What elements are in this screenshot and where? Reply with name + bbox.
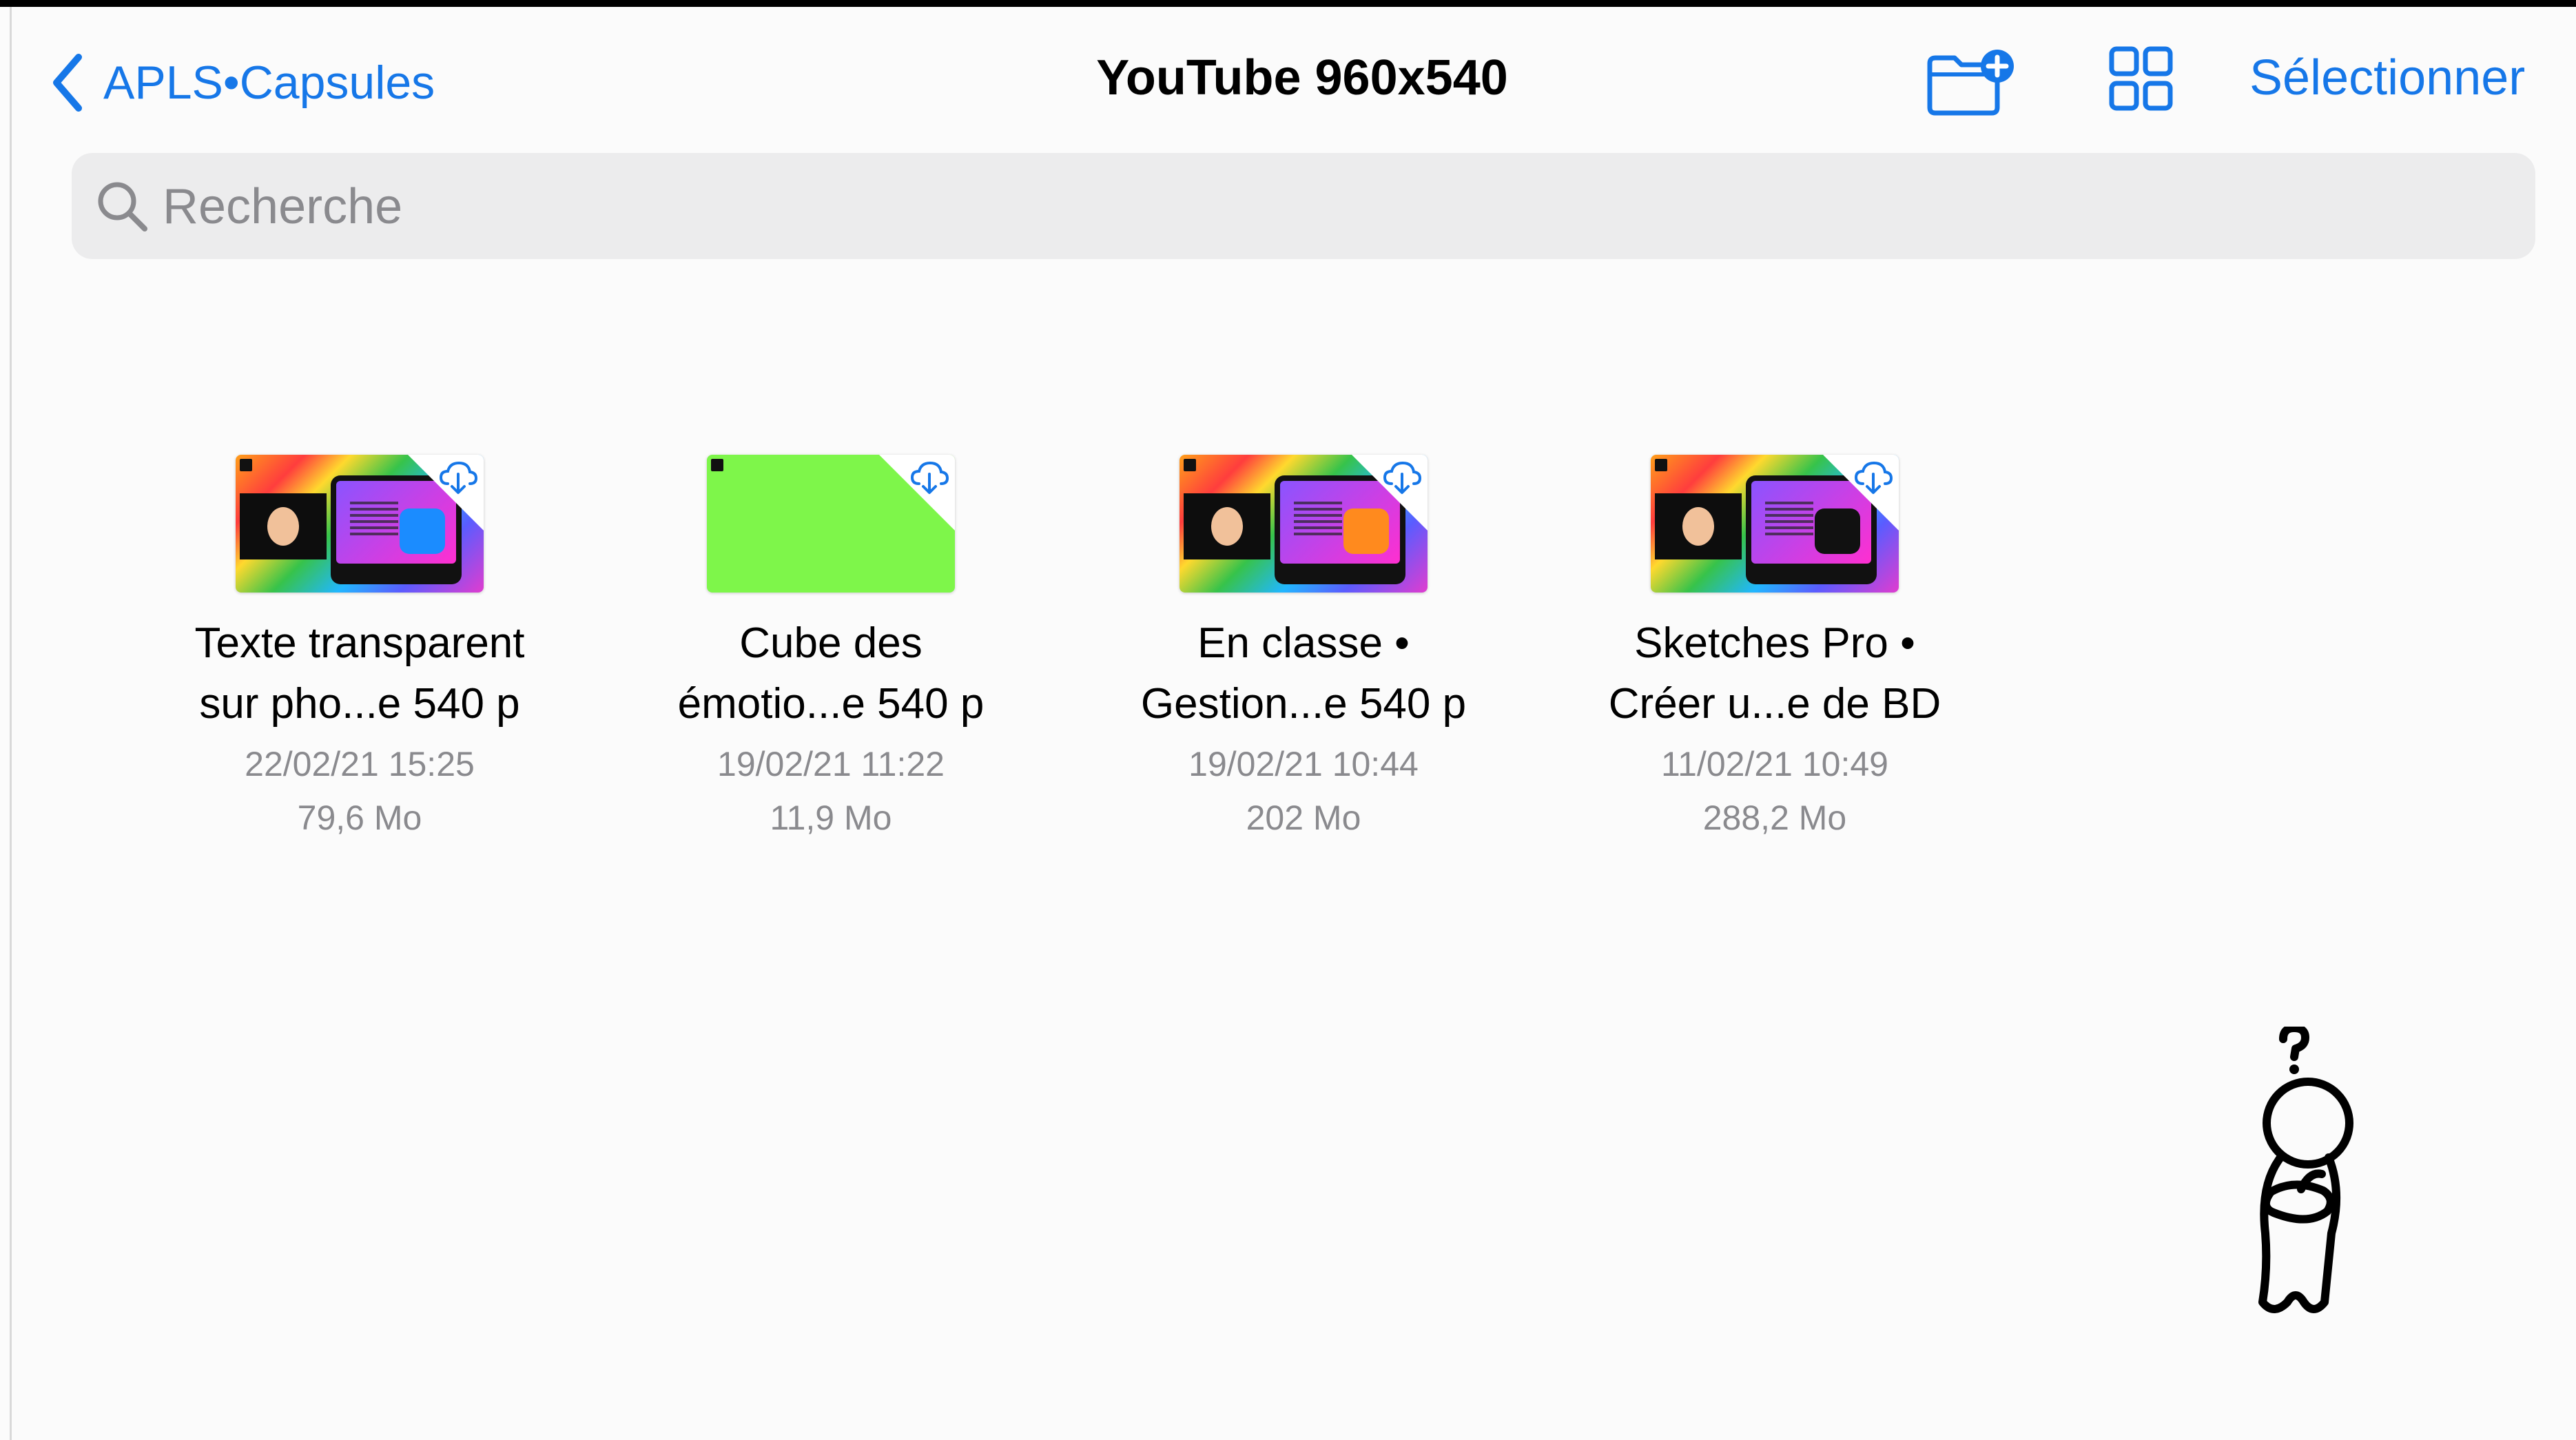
search-bar[interactable] [72,153,2535,260]
file-name-line1: Texte transparent [194,619,525,667]
search-input[interactable] [161,153,2506,260]
file-size: 11,9 Mo [770,799,892,837]
file-name-line1: En classe • [1197,619,1410,667]
file-name: En classe • Gestion...e 540 p [1062,613,1545,734]
top-edge [0,0,2576,7]
file-size: 202 Mo [1246,799,1361,837]
channel-badge [711,459,723,471]
file-date: 19/02/21 11:22 [717,745,945,783]
navigation-bar: APLS•Capsules YouTube 960x540 Sélectionn… [0,7,2576,145]
thinking-figure-icon [2258,1027,2353,1313]
file-item[interactable]: Cube des émotio...e 540 p 19/02/21 11:22… [590,455,1072,845]
cloud-download-icon[interactable] [438,460,478,495]
file-name-line2: Gestion...e 540 p [1140,680,1467,728]
page-title: YouTube 960x540 [1096,50,1508,105]
sidebar-divider [10,7,12,1440]
facecam-preview [240,493,327,559]
file-size: 79,6 Mo [297,799,422,837]
cloud-download-icon[interactable] [1382,460,1422,495]
file-name: Texte transparent sur pho...e 540 p [119,613,601,734]
file-thumbnail[interactable] [1179,455,1428,593]
file-thumbnail[interactable] [707,455,955,593]
facecam-preview [1184,493,1270,559]
file-thumbnail[interactable] [236,455,484,593]
facecam-preview [1655,493,1742,559]
file-name-line2: sur pho...e 540 p [199,680,520,728]
file-date: 11/02/21 10:49 [1661,745,1888,783]
cloud-download-icon[interactable] [909,460,949,495]
grid-view-icon[interactable] [2108,45,2174,114]
file-thumbnail[interactable] [1651,455,1899,593]
file-item[interactable]: Sketches Pro • Créer u...e de BD 11/02/2… [1534,455,2016,845]
file-name-line2: émotio...e 540 p [677,680,985,728]
channel-badge [1184,459,1196,471]
file-item[interactable]: Texte transparent sur pho...e 540 p 22/0… [119,455,601,845]
channel-badge [240,459,252,471]
file-name: Cube des émotio...e 540 p [590,613,1072,734]
file-name-line1: Sketches Pro • [1634,619,1915,667]
file-size: 288,2 Mo [1702,799,1847,837]
select-button[interactable]: Sélectionner [2249,50,2525,106]
folder-badge-plus-icon[interactable] [1926,48,2015,117]
cloud-download-icon[interactable] [1853,460,1893,495]
file-name-line2: Créer u...e de BD [1608,680,1941,728]
file-name-line1: Cube des [739,619,923,667]
file-name: Sketches Pro • Créer u...e de BD [1534,613,2016,734]
file-date: 22/02/21 15:25 [245,745,475,783]
file-date: 19/02/21 10:44 [1188,745,1419,783]
search-icon [98,182,147,232]
file-item[interactable]: En classe • Gestion...e 540 p 19/02/21 1… [1062,455,1545,845]
channel-badge [1655,459,1667,471]
